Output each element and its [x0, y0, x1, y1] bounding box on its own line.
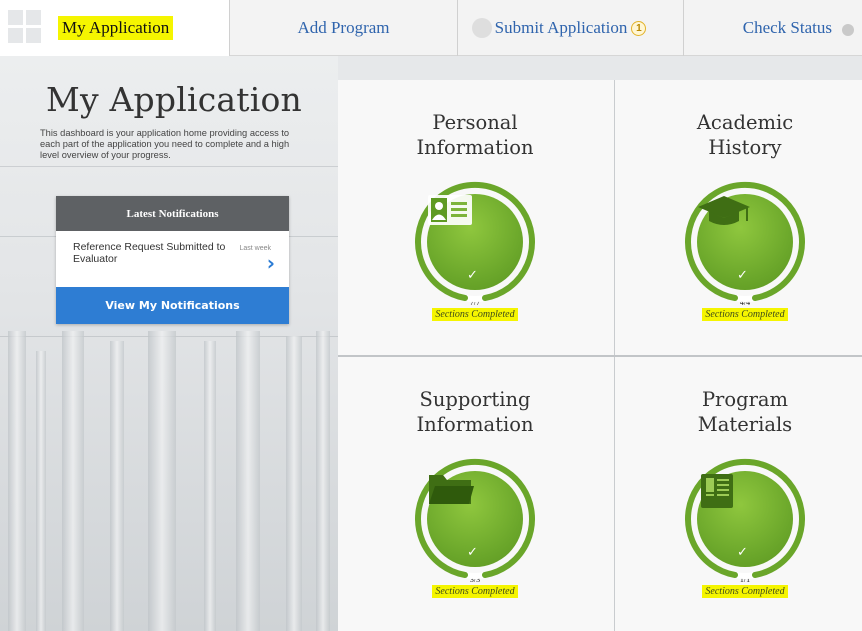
tab-label: Add Program [297, 18, 390, 37]
tab-label: Check Status [742, 18, 832, 37]
notifications-card: Latest Notifications Reference Request S… [56, 196, 289, 324]
progress-ring: ✓ [413, 457, 537, 581]
section-tile-personal-information[interactable]: Personal Information ✓ 7/7 Sections Comp… [344, 80, 606, 355]
section-title: Academic History [696, 111, 794, 159]
progress-ring: ✓ [413, 180, 537, 304]
notification-item[interactable]: Reference Request Submitted to Evaluator… [56, 231, 289, 287]
section-title: Personal Information [416, 111, 534, 159]
tab-submit-application[interactable]: Submit Application 1 [458, 0, 684, 56]
section-tile-program-materials[interactable]: Program Materials ✓ 1/1 Sections Complet… [614, 357, 862, 631]
check-icon: ✓ [737, 268, 748, 283]
view-notifications-button[interactable]: View My Notifications [56, 287, 289, 324]
tab-my-application[interactable]: My Application [0, 0, 230, 56]
tab-label: Submit Application [494, 18, 628, 37]
page-title: My Application [46, 80, 303, 119]
progress-ring: ✓ [683, 180, 807, 304]
section-title: Supporting Information [416, 388, 534, 436]
notification-text: Reference Request Submitted to Evaluator [73, 241, 226, 265]
status-dot-icon [842, 24, 854, 36]
section-tile-academic-history[interactable]: Academic History ✓ 4/4 Sections Complete… [614, 80, 862, 355]
section-tile-supporting-information[interactable]: Supporting Information ✓ 3/3 Sections Co… [344, 357, 606, 631]
sections-completed-label: Sections Completed [702, 585, 788, 598]
tab-check-status[interactable]: Check Status [684, 0, 862, 56]
tab-add-program[interactable]: Add Program [230, 0, 458, 56]
count-badge: 1 [631, 20, 647, 36]
sections-completed-label: Sections Completed [432, 585, 518, 598]
page-description: This dashboard is your application home … [40, 128, 290, 160]
check-icon: ✓ [467, 268, 478, 283]
check-icon: ✓ [467, 545, 478, 560]
sections-completed-label: Sections Completed [702, 308, 788, 321]
progress-dashboard: Personal Information ✓ 7/7 Sections Comp… [338, 80, 862, 631]
logo-icon [8, 10, 44, 46]
check-icon: ✓ [737, 545, 748, 560]
sections-completed-label: Sections Completed [432, 308, 518, 321]
submit-icon [472, 18, 492, 38]
chevron-right-icon[interactable]: › [267, 253, 275, 273]
progress-ring: ✓ [683, 457, 807, 581]
notifications-header: Latest Notifications [56, 196, 289, 231]
top-nav-tabs: My Application Add Program Submit Applic… [0, 0, 862, 56]
section-title: Program Materials [697, 388, 793, 436]
tab-label: My Application [58, 16, 174, 40]
